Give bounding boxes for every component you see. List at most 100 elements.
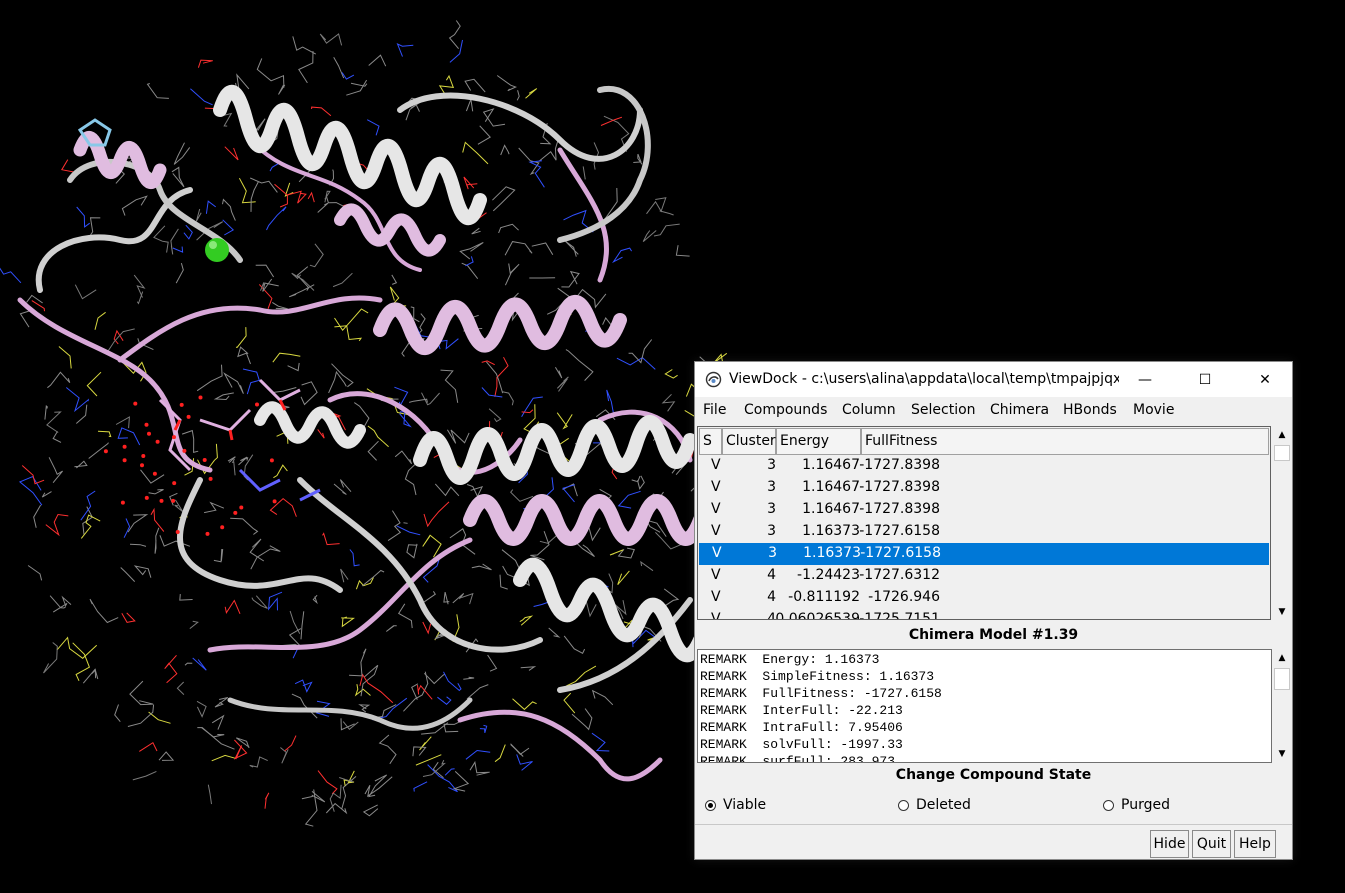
wire-bond	[120, 567, 136, 582]
cluster-cell: 3	[767, 501, 776, 517]
scroll-down-icon[interactable]: ▼	[1273, 745, 1291, 763]
column-header-cluster[interactable]: Cluster	[722, 428, 776, 455]
maximize-button[interactable]: ☐	[1182, 362, 1228, 397]
table-row[interactable]: V 4 -1.24423 -1727.6312	[698, 565, 1270, 587]
menu-compounds[interactable]: Compounds	[744, 402, 827, 418]
radio-deleted[interactable]: Deleted	[898, 797, 971, 813]
remark-scrollbar[interactable]: ▲ ▼	[1273, 649, 1291, 763]
wire-bond	[563, 635, 586, 654]
wire-bond	[158, 751, 175, 761]
help-button[interactable]: Help	[1234, 830, 1276, 858]
water-dot	[186, 414, 191, 419]
quit-button[interactable]: Quit	[1192, 830, 1231, 858]
menu-movie[interactable]: Movie	[1133, 402, 1174, 418]
minimize-button[interactable]: —	[1122, 362, 1168, 397]
menu-selection[interactable]: Selection	[911, 402, 976, 418]
wire-bond	[488, 408, 502, 423]
table-row[interactable]: V 3 1.16373 -1727.6158	[699, 543, 1269, 565]
remark-text[interactable]: REMARK Energy: 1.16373 REMARK SimpleFitn…	[697, 649, 1272, 763]
radio-dot-icon[interactable]	[898, 799, 909, 811]
water-dot	[269, 458, 274, 463]
menu-file[interactable]: File	[703, 402, 726, 418]
wire-bond	[242, 368, 260, 395]
cluster-cell: 4	[767, 567, 776, 583]
table-row[interactable]: V 4 -0.811192 -1726.946	[698, 587, 1270, 609]
wire-bond	[171, 166, 185, 188]
title-bar[interactable]: ViewDock - c:\users\alina\appdata\local\…	[695, 362, 1292, 397]
wire-bond	[45, 513, 69, 537]
wire-bond	[129, 543, 147, 547]
radio-purged[interactable]: Purged	[1103, 797, 1170, 813]
table-row[interactable]: V 3 1.16373 -1727.6158	[698, 521, 1270, 543]
water-dot	[103, 449, 108, 454]
column-header-s[interactable]: S	[699, 428, 722, 455]
radio-dot-icon[interactable]	[1103, 799, 1114, 811]
metal-ion	[205, 238, 229, 262]
scroll-thumb[interactable]	[1274, 668, 1290, 690]
wire-bond	[556, 412, 573, 430]
compound-table: S Cluster Energy FullFitness V 3 1.16467 -1…	[697, 426, 1271, 620]
scroll-thumb[interactable]	[1274, 445, 1290, 461]
energy-cell: 1.16467	[802, 457, 860, 473]
wire-bond	[231, 458, 236, 476]
table-row[interactable]: V 4 0.06026539 -1725.7151	[698, 609, 1270, 619]
scroll-up-icon[interactable]: ▲	[1273, 649, 1291, 667]
wire-bond	[172, 246, 184, 253]
hide-button[interactable]: Hide	[1150, 830, 1189, 858]
wire-bond	[132, 770, 157, 781]
water-dot	[172, 435, 176, 440]
radio-viable[interactable]: Viable	[705, 797, 766, 813]
remark-line: REMARK solvFull: -1997.33	[700, 737, 903, 752]
table-row[interactable]: V 3 1.16467 -1727.8398	[698, 499, 1270, 521]
radio-dot-selected-icon[interactable]	[705, 799, 716, 811]
wire-bond	[617, 547, 635, 559]
wire-bond	[349, 549, 360, 567]
wire-bond	[434, 483, 460, 497]
wire-bond	[494, 356, 509, 397]
wire-bond	[367, 425, 389, 448]
wire-bond	[213, 548, 224, 563]
close-button[interactable]: ✕	[1242, 362, 1288, 397]
wire-bond	[173, 142, 191, 165]
wire-bond	[106, 328, 135, 353]
energy-cell: 1.16373	[803, 545, 861, 561]
wire-bond	[496, 75, 518, 92]
state-cell: V	[711, 479, 721, 495]
table-row[interactable]: V 3 1.16467 -1727.8398	[698, 477, 1270, 499]
wire-bond	[519, 615, 534, 626]
water-dot	[122, 444, 127, 449]
wire-bond	[349, 648, 367, 677]
column-header-energy[interactable]: Energy	[776, 428, 861, 455]
wire-bond	[340, 568, 349, 583]
wire-bond	[471, 227, 481, 235]
wire-bond	[46, 411, 62, 433]
column-header-fullfitness[interactable]: FullFitness	[861, 428, 1269, 455]
table-row[interactable]: V 3 1.16467 -1727.8398	[698, 455, 1270, 477]
menu-hbonds[interactable]: HBonds	[1063, 402, 1117, 418]
wire-bond	[640, 560, 654, 572]
wire-bond	[500, 144, 510, 156]
remark-line: REMARK surfFull: 283.973	[700, 754, 896, 763]
menu-bar: File Compounds Column Selection Chimera …	[695, 397, 1292, 423]
wire-bond	[139, 741, 158, 752]
state-cell: V	[711, 589, 721, 605]
wire-bond	[482, 108, 506, 127]
menu-chimera[interactable]: Chimera	[990, 402, 1049, 418]
wire-bond	[448, 20, 461, 50]
table-scrollbar[interactable]: ▲ ▼	[1273, 426, 1291, 621]
menu-column[interactable]: Column	[842, 402, 896, 418]
wire-bond	[52, 595, 72, 613]
cluster-cell: 3	[767, 523, 776, 539]
wire-bond	[499, 574, 508, 590]
wire-bond	[183, 224, 193, 240]
wire-bond	[328, 370, 347, 394]
wire-bond	[403, 522, 408, 524]
wire-bond	[174, 499, 184, 513]
scroll-down-icon[interactable]: ▼	[1273, 603, 1291, 621]
wire-bond	[366, 119, 380, 136]
scroll-up-icon[interactable]: ▲	[1273, 426, 1291, 444]
water-dot	[175, 530, 180, 534]
chimera-app-icon	[705, 371, 722, 388]
wire-bond	[461, 592, 474, 605]
wire-bond	[140, 469, 165, 484]
